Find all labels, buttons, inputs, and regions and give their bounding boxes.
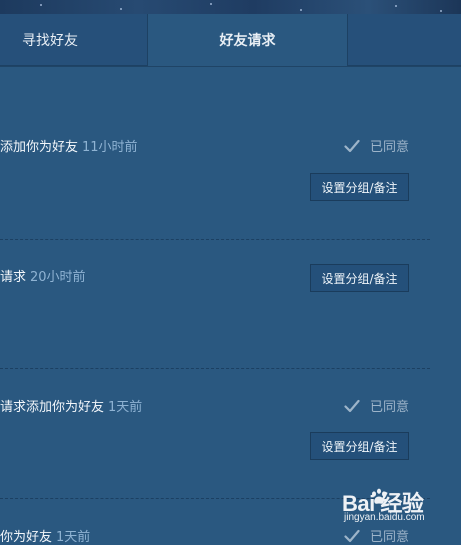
request-time: 11小时前 bbox=[82, 140, 138, 155]
request-item: 请求 20小时前 设置分组/备注 bbox=[0, 240, 461, 368]
tab-friend-requests[interactable]: 好友请求 bbox=[148, 14, 348, 66]
request-item: 添加你为好友 11小时前 已同意 设置分组/备注 bbox=[0, 66, 461, 239]
check-icon bbox=[344, 139, 360, 152]
request-time: 1天前 bbox=[108, 400, 143, 415]
tab-find-friends-label: 寻找好友 bbox=[22, 32, 78, 49]
request-status-label: 已同意 bbox=[369, 400, 409, 415]
request-text: 请求 20小时前 bbox=[0, 266, 86, 285]
request-text: 请求添加你为好友 1天前 bbox=[0, 396, 142, 415]
baidu-jingyan-watermark: Bai 经验 jingyan.baidu.com bbox=[340, 486, 460, 530]
request-message: 添加你为好友 bbox=[0, 140, 79, 155]
check-icon bbox=[344, 529, 360, 542]
request-text: 添加你为好友 11小时前 bbox=[0, 136, 138, 155]
top-banner bbox=[0, 0, 461, 14]
check-icon bbox=[344, 399, 360, 412]
request-status: 已同意 bbox=[344, 396, 409, 415]
baidu-paw-icon bbox=[372, 488, 386, 504]
request-text: 你为好友 1天前 bbox=[0, 526, 90, 545]
request-message: 请求添加你为好友 bbox=[0, 400, 105, 415]
tab-extra[interactable] bbox=[348, 14, 461, 66]
tab-bar: 寻找好友 好友请求 bbox=[0, 14, 461, 67]
request-message: 请求 bbox=[0, 270, 27, 285]
request-status-label: 已同意 bbox=[369, 140, 409, 155]
request-item: 请求添加你为好友 1天前 已同意 设置分组/备注 bbox=[0, 369, 461, 498]
tab-find-friends[interactable]: 寻找好友 bbox=[0, 14, 148, 66]
tab-friend-requests-label: 好友请求 bbox=[219, 33, 276, 49]
request-status: 已同意 bbox=[344, 136, 409, 155]
set-group-remark-button[interactable]: 设置分组/备注 bbox=[310, 432, 409, 460]
set-group-remark-button[interactable]: 设置分组/备注 bbox=[310, 173, 409, 201]
request-time: 20小时前 bbox=[30, 270, 86, 285]
watermark-url: jingyan.baidu.com bbox=[344, 512, 425, 523]
set-group-remark-button[interactable]: 设置分组/备注 bbox=[310, 264, 409, 292]
